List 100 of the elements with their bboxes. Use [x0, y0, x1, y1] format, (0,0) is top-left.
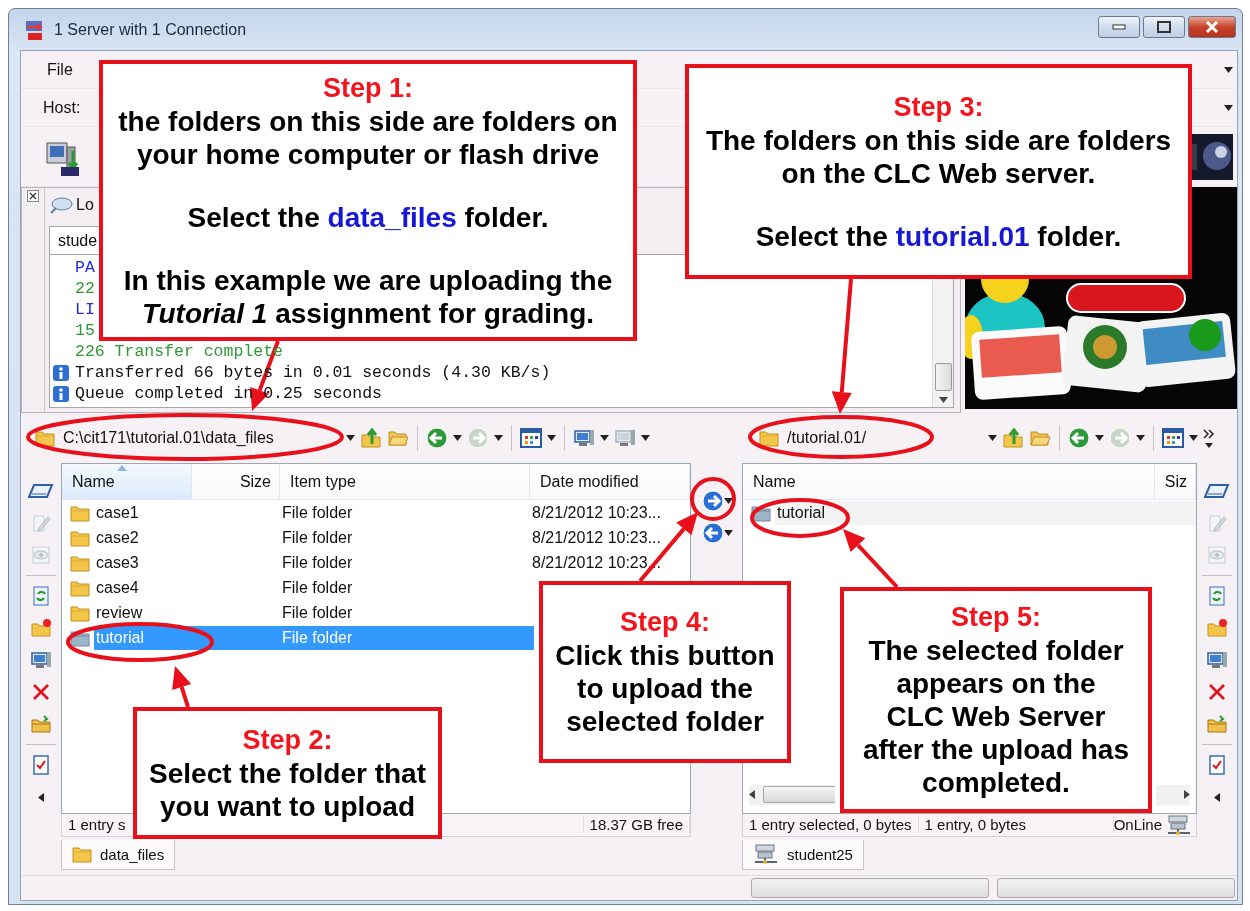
- caret-icon[interactable]: [453, 435, 462, 441]
- table-cell-text: case1: [95, 503, 140, 522]
- chevrons-right-icon[interactable]: [1203, 427, 1215, 449]
- new-folder-icon[interactable]: [1207, 618, 1227, 638]
- scroll-thumb[interactable]: [934, 363, 952, 391]
- upload-icon[interactable]: [701, 490, 724, 512]
- caret-icon[interactable]: [641, 435, 650, 441]
- caret-icon[interactable]: [723, 498, 733, 504]
- column-header[interactable]: Date modified: [530, 464, 690, 499]
- refresh-icon[interactable]: [1207, 586, 1227, 606]
- scroll-right-button[interactable]: [1156, 784, 1190, 805]
- folder-icon: [35, 428, 55, 448]
- column-header[interactable]: Siz: [1154, 464, 1196, 499]
- status-text: 1 entry selected, 0 bytes: [743, 816, 919, 834]
- folder-icon[interactable]: [31, 714, 51, 734]
- table-cell-text: tutorial: [776, 503, 827, 522]
- sort-icon: [117, 465, 127, 471]
- folder-up-icon[interactable]: [360, 427, 382, 449]
- vertical-scrollbar[interactable]: [932, 279, 953, 407]
- column-header[interactable]: Name: [743, 464, 1155, 499]
- download-icon[interactable]: [701, 522, 724, 544]
- caret-icon[interactable]: [1095, 435, 1104, 441]
- view-icon[interactable]: [520, 427, 542, 449]
- caret-icon[interactable]: [723, 530, 733, 536]
- path-field[interactable]: C:\cit171\tutorial.01\data_files: [31, 423, 341, 453]
- caret-icon[interactable]: [600, 435, 609, 441]
- column-header[interactable]: Item type: [280, 464, 530, 499]
- callout-title: Step 2:: [242, 723, 333, 757]
- callout-title: Step 4:: [620, 606, 710, 639]
- folder-icon: [759, 428, 779, 448]
- log-line: 22: [75, 279, 95, 298]
- table-cell-text: File folder: [281, 503, 354, 522]
- folder-icon[interactable]: [1207, 714, 1227, 734]
- caret-icon[interactable]: [1224, 66, 1233, 73]
- callout-text: Select the data_files folder.: [187, 200, 549, 234]
- minimize-icon: [1112, 23, 1126, 30]
- log-tab[interactable]: Lo: [76, 196, 94, 214]
- column-header[interactable]: Size: [192, 464, 280, 499]
- caret-icon[interactable]: [1189, 435, 1198, 441]
- table-cell-text: case4: [95, 578, 140, 597]
- table-cell-text: case2: [95, 528, 140, 547]
- callout-text: Select the tutorial.01 folder.: [755, 219, 1122, 253]
- horizontal-scrollbar[interactable]: [749, 784, 835, 805]
- table-cell-text: review: [95, 603, 144, 622]
- monitor-icon[interactable]: [30, 649, 52, 671]
- info-icon: [52, 363, 70, 382]
- file-row[interactable]: tutorial: [775, 500, 1196, 525]
- caret-icon[interactable]: [547, 435, 556, 441]
- file-row[interactable]: case1 File folder 8/21/2012 10:23...: [94, 500, 690, 525]
- caret-icon[interactable]: [346, 435, 355, 441]
- table-cell-text: File folder: [281, 603, 354, 622]
- delete-icon[interactable]: [31, 682, 51, 702]
- checklist-icon[interactable]: [31, 755, 51, 775]
- back-icon[interactable]: [1068, 427, 1090, 449]
- maximize-icon: [1157, 20, 1171, 33]
- callout-title: Step 5:: [951, 601, 1041, 634]
- back-icon[interactable]: [426, 427, 448, 449]
- callout-text: In this example we are uploading the Tutorial 1 assignment for grading.: [123, 263, 613, 330]
- maximize-button[interactable]: [1143, 15, 1185, 38]
- table-cell-text: 8/21/2012 10:23...: [531, 503, 661, 522]
- column-header[interactable]: Name: [62, 464, 192, 499]
- monitor-icon[interactable]: [1206, 649, 1228, 671]
- caret-icon[interactable]: [1136, 435, 1145, 441]
- caret-left-icon[interactable]: [1214, 792, 1220, 802]
- file-row[interactable]: review File folder: [94, 600, 534, 625]
- file-row[interactable]: case2 File folder 8/21/2012 10:23...: [94, 525, 690, 550]
- table-cell-text: File folder: [281, 628, 354, 647]
- table-cell-text: tutorial: [95, 628, 146, 647]
- caret-icon[interactable]: [1224, 104, 1233, 111]
- server-tab[interactable]: student25: [742, 839, 864, 870]
- table-cell-text: case3: [95, 553, 140, 572]
- delete-icon[interactable]: [1207, 682, 1227, 702]
- menu-item[interactable]: File: [43, 58, 77, 81]
- caret-left-icon[interactable]: [38, 792, 44, 802]
- minimize-button[interactable]: [1098, 15, 1140, 38]
- log-line: 15: [75, 321, 95, 340]
- table-cell-text: 8/21/2012 10:23...: [531, 528, 661, 547]
- close-button[interactable]: [1188, 15, 1236, 38]
- session-tab[interactable]: stude: [49, 226, 101, 254]
- caret-icon[interactable]: [494, 435, 503, 441]
- checklist-icon[interactable]: [1207, 755, 1227, 775]
- view-icon[interactable]: [1162, 427, 1184, 449]
- window-title: 1 Server with 1 Connection: [54, 20, 248, 39]
- path-field[interactable]: /tutorial.01/: [755, 423, 983, 453]
- table-cell-text: File folder: [281, 553, 354, 572]
- log-line: LI: [75, 300, 95, 319]
- callout-text: Click this button to upload the selected folder: [555, 639, 775, 738]
- folder-tab[interactable]: data_files: [61, 839, 176, 870]
- folder-up-icon[interactable]: [1002, 427, 1024, 449]
- close-icon[interactable]: [27, 190, 39, 202]
- file-row[interactable]: case4 File folder: [94, 575, 534, 600]
- new-folder-icon[interactable]: [31, 618, 51, 638]
- table-cell-text: File folder: [281, 528, 354, 547]
- table-cell-text: File folder: [281, 578, 354, 597]
- folder-icon: [72, 844, 92, 865]
- status-text: OnLine: [1113, 816, 1162, 834]
- server-icon: [753, 843, 779, 866]
- status-text: 1 entry, 0 bytes: [918, 816, 1114, 834]
- refresh-icon[interactable]: [31, 586, 51, 606]
- caret-icon[interactable]: [988, 435, 997, 441]
